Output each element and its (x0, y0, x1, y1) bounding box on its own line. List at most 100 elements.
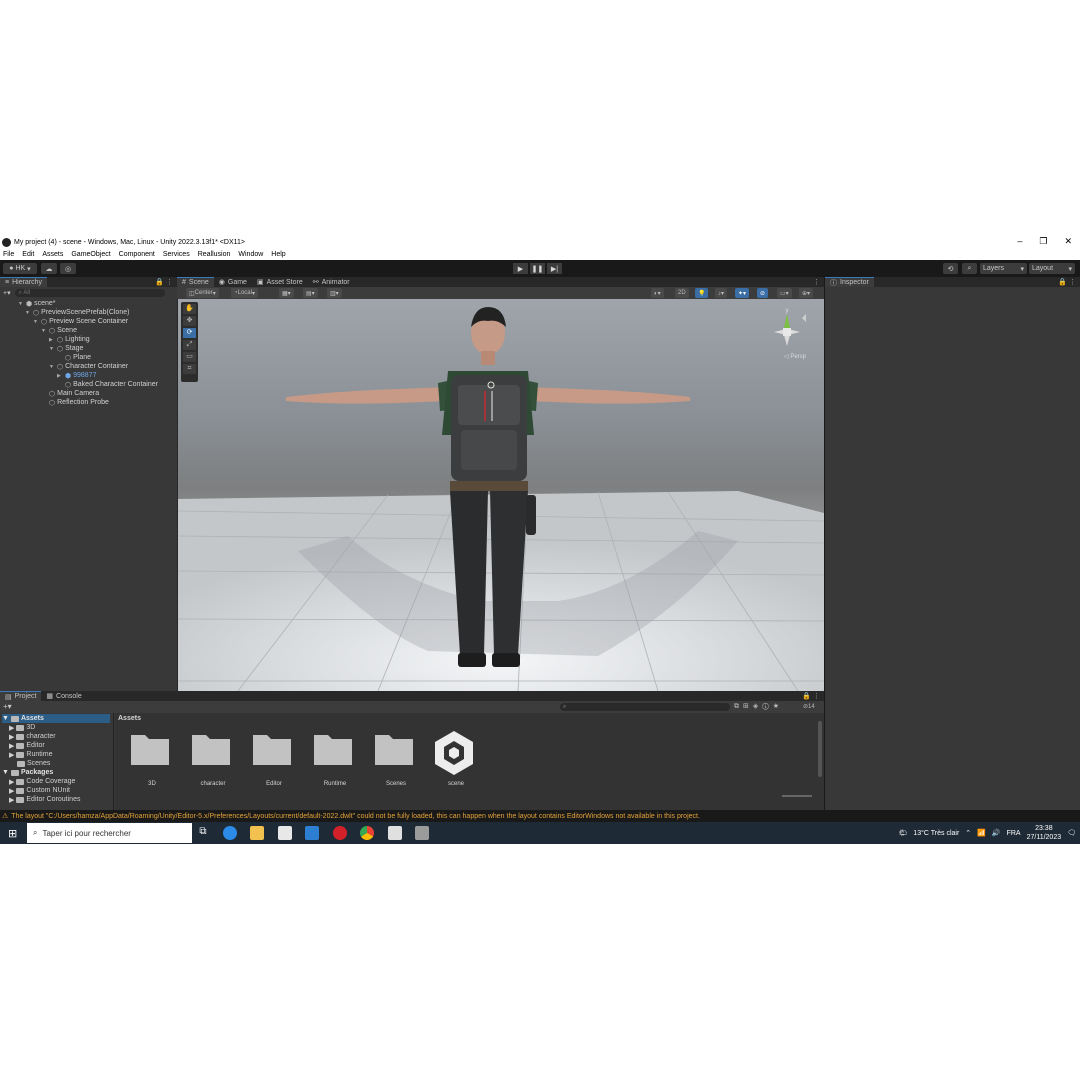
mail-icon[interactable] (305, 826, 319, 840)
tree-item-reflection-probe[interactable]: ⬡ Reflection Probe (41, 398, 109, 407)
edge-browser-icon[interactable] (223, 826, 237, 840)
tab-project[interactable]: ▤ Project (0, 691, 42, 701)
expand-arrow-icon[interactable]: ▶ (9, 733, 14, 741)
hand-tool-icon[interactable]: ✋ (183, 304, 196, 314)
tree-folder-assets[interactable]: ▼ Assets (2, 714, 110, 723)
tab-console[interactable]: ▦ Console (41, 691, 86, 701)
tab-animator[interactable]: ⚯ Animator (308, 277, 355, 287)
expand-arrow-icon[interactable]: ▶ (57, 373, 63, 379)
expand-arrow-icon[interactable]: ▶ (9, 778, 14, 786)
expand-arrow-icon[interactable]: ▶ (9, 742, 14, 750)
rotate-tool-icon[interactable]: ⟳ (183, 328, 196, 338)
unity-hub-icon[interactable] (388, 826, 402, 840)
tree-folder-character[interactable]: ▶ character (9, 732, 56, 741)
panel-menu-icon[interactable]: 🔒 ⋮ (155, 278, 173, 286)
menu-assets[interactable]: Assets (42, 251, 63, 258)
expand-arrow-icon[interactable]: ▶ (9, 724, 14, 732)
restore-icon[interactable]: ❐ (1039, 236, 1047, 247)
tree-package-custom-nunit[interactable]: ▶ Custom NUnit (9, 786, 70, 795)
rect-tool-icon[interactable]: ▭ (183, 352, 196, 362)
language-indicator[interactable]: FRA (1007, 830, 1021, 837)
tree-package-editor-coroutines[interactable]: ▶ Editor Coroutines (9, 795, 80, 804)
tree-item-character-container[interactable]: ▼ ⬡ Character Container (49, 362, 128, 371)
chevron-up-icon[interactable]: ⌃ (965, 829, 971, 837)
gizmos-dropdown[interactable]: ⊕▾ (799, 288, 814, 298)
expand-arrow-icon[interactable]: ▼ (25, 310, 31, 316)
menu-reallusion[interactable]: Reallusion (198, 251, 231, 258)
asset-folder-scenes[interactable]: Scenes (371, 729, 421, 789)
windows-start-icon[interactable]: ⊞ (8, 827, 17, 840)
menu-gameobject[interactable]: GameObject (71, 251, 110, 258)
tree-item-main-camera[interactable]: ⬡ Main Camera (41, 389, 99, 398)
asset-scene-file[interactable]: scene (431, 729, 481, 789)
expand-arrow-icon[interactable]: ▼ (2, 715, 9, 722)
grid-visibility-toggle[interactable]: ▥▾ (327, 288, 342, 298)
increment-snap-toggle[interactable]: ▤▾ (303, 288, 318, 298)
expand-arrow-icon[interactable]: ▼ (41, 328, 47, 334)
tree-item-scene[interactable]: ▼ ⬢ scene* (18, 299, 56, 308)
tab-game[interactable]: ◉ Game (214, 277, 252, 287)
volume-icon[interactable]: 🔊 (992, 829, 1001, 837)
expand-arrow-icon[interactable]: ▼ (49, 346, 55, 352)
asset-folder-runtime[interactable]: Runtime (310, 729, 360, 789)
character-model[interactable] (278, 305, 698, 685)
tree-item-plane[interactable]: ⬡ Plane (57, 353, 91, 362)
opera-browser-icon[interactable] (333, 826, 347, 840)
scale-tool-icon[interactable]: ⤢ (183, 340, 196, 350)
layers-dropdown[interactable]: Layers ▾ (980, 263, 1027, 274)
taskbar-search-input[interactable]: ⌕ Taper ici pour rechercher (27, 823, 192, 843)
tree-folder-editor[interactable]: ▶ Editor (9, 741, 45, 750)
panel-menu-icon[interactable]: 🔒 ⋮ (1058, 278, 1076, 286)
store-icon[interactable] (278, 826, 292, 840)
network-icon[interactable]: 📶 (977, 829, 986, 837)
expand-arrow-icon[interactable]: ▼ (2, 769, 9, 776)
collab-button[interactable]: ◎ (60, 263, 76, 274)
vertical-scrollbar[interactable] (818, 721, 822, 777)
expand-arrow-icon[interactable]: ▼ (33, 319, 39, 325)
move-tool-icon[interactable]: ✥ (183, 316, 196, 326)
pause-button[interactable]: ❚❚ (530, 263, 545, 274)
tab-asset-store[interactable]: ▣ Asset Store (252, 277, 308, 287)
expand-arrow-icon[interactable]: ▼ (49, 364, 55, 370)
tree-folder-runtime[interactable]: ▶ Runtime (9, 750, 52, 759)
expand-arrow-icon[interactable]: ▶ (9, 751, 14, 759)
tree-package-code-coverage[interactable]: ▶ Code Coverage (9, 777, 75, 786)
menu-file[interactable]: File (3, 251, 14, 258)
hidden-objects-toggle[interactable]: ⊘ (757, 288, 769, 298)
file-explorer-icon[interactable] (250, 826, 264, 840)
task-view-icon[interactable]: ⧉ (196, 826, 210, 840)
tree-item-lighting[interactable]: ▶ ⬡ Lighting (49, 335, 90, 344)
tab-hierarchy[interactable]: ≡ Hierarchy (0, 277, 48, 287)
menu-window[interactable]: Window (238, 251, 263, 258)
scene-viewport[interactable]: ✋ ✥ ⟳ ⤢ ▭ ⌗ y ◁ Persp (178, 299, 824, 691)
minimize-icon[interactable]: – (1017, 236, 1022, 247)
chrome-browser-icon[interactable] (360, 826, 374, 840)
history-button[interactable]: ⟲ (943, 263, 958, 274)
asset-folder-editor[interactable]: Editor (249, 729, 299, 789)
tree-item-baked-character-container[interactable]: ⬡ Baked Character Container (57, 380, 158, 389)
notifications-icon[interactable]: 🗨 (1067, 829, 1076, 837)
tree-folder-packages[interactable]: ▼ Packages (2, 768, 53, 777)
icon-size-slider[interactable] (782, 795, 812, 797)
pivot-mode-dropdown[interactable]: ◫ Center ▾ (186, 288, 219, 298)
cloud-button[interactable]: ☁ (41, 263, 57, 274)
expand-arrow-icon[interactable]: ▶ (9, 787, 14, 795)
account-dropdown[interactable]: ● HK ▾ (3, 263, 37, 274)
asset-folder-3d[interactable]: 3D (127, 729, 177, 789)
menu-services[interactable]: Services (163, 251, 190, 258)
snap-toggle[interactable]: ▦▾ (279, 288, 294, 298)
expand-arrow-icon[interactable]: ▼ (18, 301, 24, 307)
weather-text[interactable]: 13°C Très clair (913, 830, 959, 837)
tree-item-scene-child[interactable]: ▼ ⬡ Scene (41, 326, 77, 335)
tree-folder-scenes[interactable]: Scenes (9, 759, 50, 768)
camera-settings-dropdown[interactable]: ▭▾ (777, 288, 792, 298)
weather-icon[interactable]: 🌤 (898, 829, 907, 837)
menu-help[interactable]: Help (271, 251, 285, 258)
panel-menu-icon[interactable]: ⋮ (813, 278, 820, 286)
tree-item-998877[interactable]: ▶ ⬢ 998877 (57, 371, 96, 380)
step-button[interactable]: ▶| (547, 263, 562, 274)
clock[interactable]: 23:38 27/11/2023 (1027, 824, 1062, 842)
add-button[interactable]: +▾ (3, 289, 11, 297)
add-asset-button[interactable]: +▾ (3, 702, 12, 711)
expand-arrow-icon[interactable]: ▶ (9, 796, 14, 804)
